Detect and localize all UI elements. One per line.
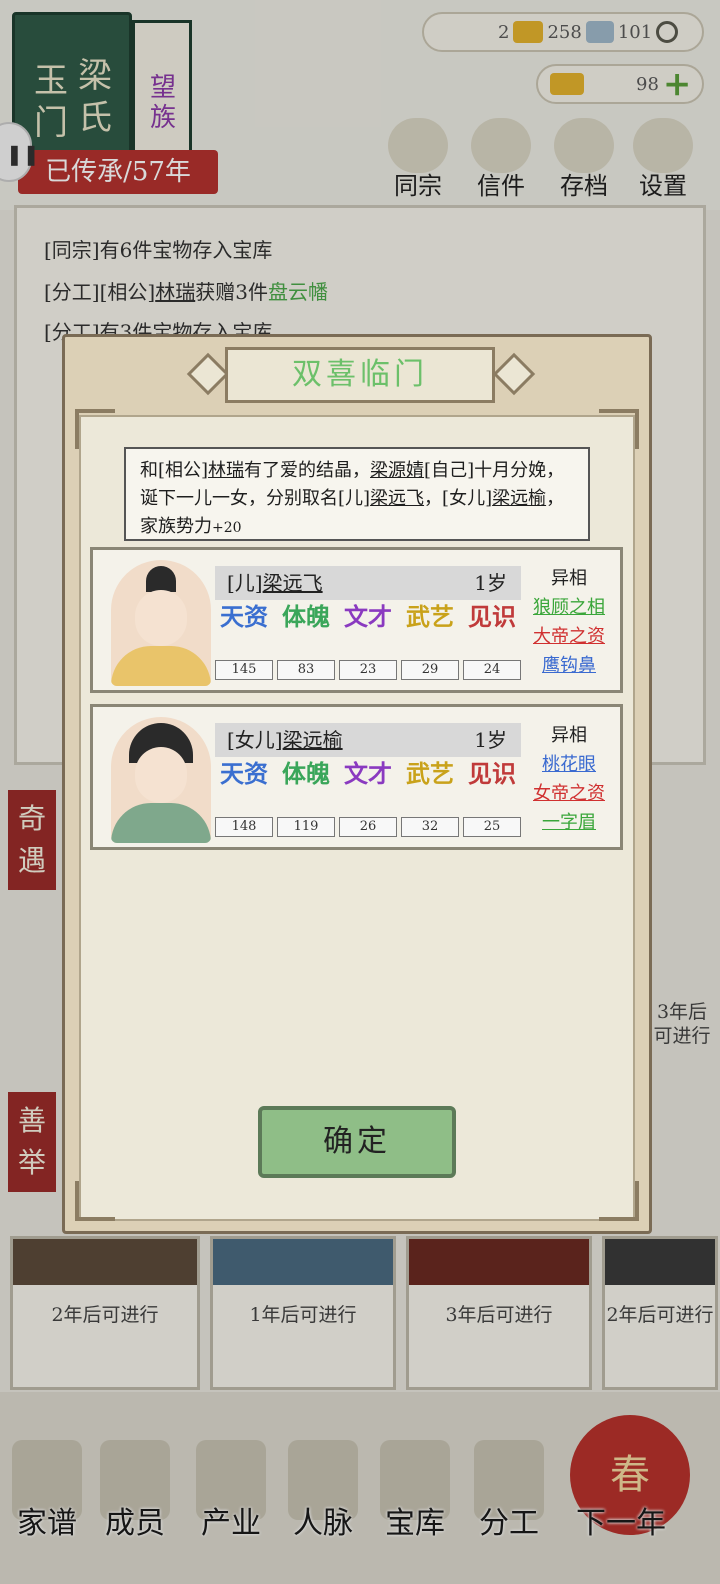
avatar-robe [111, 646, 211, 686]
child-name-bar: [女儿]梁远榆 1岁 [215, 723, 521, 757]
title-ornament [186, 352, 230, 396]
child-avatar [111, 560, 211, 686]
trait: 桃花眼 [542, 754, 596, 775]
trait: 女帝之资 [533, 783, 605, 804]
stat-physique: 体魄 119 [277, 761, 335, 837]
stat-insight: 见识 24 [463, 604, 521, 680]
avatar-hair [146, 566, 176, 592]
stat-martial: 武艺 29 [401, 604, 459, 680]
trait-list: 异相 狼顾之相 大帝之资 鹰钩鼻 [525, 564, 613, 680]
stat-insight: 见识 25 [463, 761, 521, 837]
title-ornament [492, 352, 536, 396]
dialog-title: 双喜临门 [225, 347, 495, 403]
child-card[interactable]: [儿]梁远飞 1岁 天资 145 体魄 83 文才 23 武艺 29 见识 24 异相 狼顾… [90, 547, 623, 693]
confirm-button[interactable]: 确定 [258, 1106, 456, 1178]
trait-list: 异相 桃花眼 女帝之资 一字眉 [525, 721, 613, 837]
birth-message: 和[相公]林瑞有了爱的结晶，梁源婧[自己]十月分娩，诞下一儿一女，分别取名[儿]… [124, 447, 590, 541]
trait: 大帝之资 [533, 626, 605, 647]
traits-header: 异相 [551, 725, 587, 746]
trait: 一字眉 [542, 812, 596, 833]
corner-ornament [75, 409, 115, 449]
stat-martial: 武艺 32 [401, 761, 459, 837]
trait: 狼顾之相 [533, 597, 605, 618]
child-avatar [111, 717, 211, 843]
traits-header: 异相 [551, 568, 587, 589]
avatar-face [135, 747, 187, 803]
corner-ornament [75, 1181, 115, 1221]
avatar-robe [111, 803, 211, 843]
trait: 鹰钩鼻 [542, 655, 596, 676]
stat-literacy: 文才 23 [339, 604, 397, 680]
corner-ornament [599, 1181, 639, 1221]
child-card[interactable]: [女儿]梁远榆 1岁 天资 148 体魄 119 文才 26 武艺 32 见识 25 异相 … [90, 704, 623, 850]
stat-physique: 体魄 83 [277, 604, 335, 680]
avatar-face [135, 590, 187, 646]
corner-ornament [599, 409, 639, 449]
child-name-bar: [儿]梁远飞 1岁 [215, 566, 521, 600]
stat-literacy: 文才 26 [339, 761, 397, 837]
stat-talent: 天资 148 [215, 761, 273, 837]
stat-talent: 天资 145 [215, 604, 273, 680]
